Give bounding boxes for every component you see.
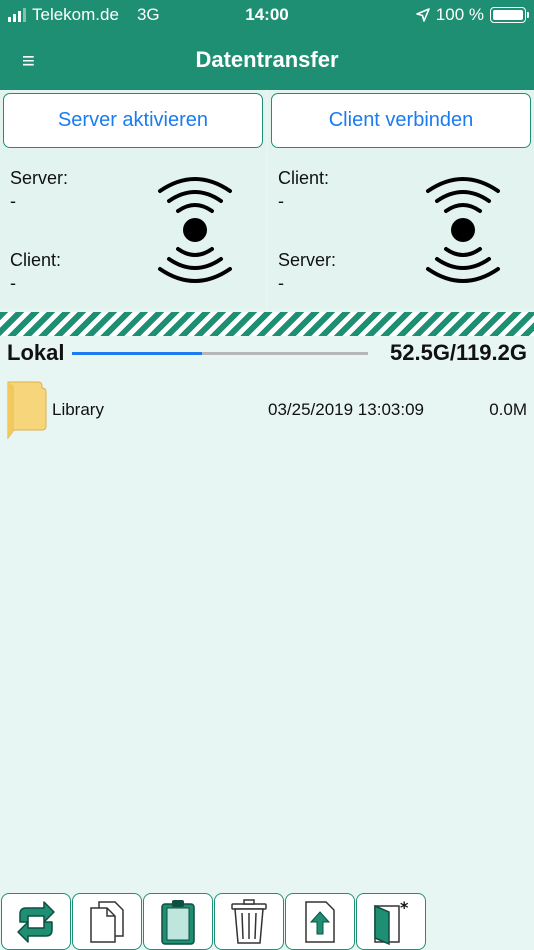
file-name: Library (52, 400, 104, 419)
copy-icon (90, 900, 124, 943)
new-folder-button[interactable]: * (356, 893, 426, 950)
striped-divider (0, 312, 534, 336)
file-date: 03/25/2019 13:03:09 (268, 400, 424, 419)
server-label: Server: (278, 250, 337, 270)
server-value: - (278, 273, 284, 293)
client-value: - (10, 273, 16, 293)
storage-label: Lokal (7, 340, 65, 365)
status-bar: Telekom.de 3G 14:00 100 % (0, 0, 534, 32)
trash-icon (231, 898, 267, 944)
upload-button[interactable] (285, 893, 355, 950)
client-label: Client: (10, 250, 62, 270)
delete-button[interactable] (214, 893, 284, 950)
storage-usage: 52.5G/119.2G (390, 340, 527, 365)
file-size: 0.0M (489, 400, 527, 419)
battery-percent: 100 % (435, 5, 484, 24)
server-label: Server: (10, 168, 69, 188)
paste-icon (161, 899, 195, 945)
server-value: - (10, 191, 16, 211)
wireless-signal-icon (158, 177, 232, 283)
storage-usage-bar (72, 352, 368, 355)
battery-icon (490, 7, 529, 23)
copy-button[interactable] (72, 893, 142, 950)
upload-icon (305, 900, 335, 943)
wireless-signal-icon (426, 177, 500, 283)
storage-row: Lokal 52.5G/119.2G (0, 338, 534, 370)
page-title: Datentransfer (195, 47, 339, 72)
client-label: Client: (278, 168, 330, 188)
client-value: - (278, 191, 284, 211)
refresh-icon (17, 900, 55, 943)
storage-usage-fill (72, 352, 203, 355)
refresh-button[interactable] (1, 893, 71, 950)
new-folder-icon: * (374, 898, 409, 945)
activate-server-button[interactable]: Server aktivieren (3, 93, 263, 148)
status-right: 100 % (415, 5, 529, 25)
location-arrow-icon (415, 8, 430, 22)
client-panel: Client verbinden Client: - Server: - (268, 90, 534, 310)
bottom-toolbar: * (0, 893, 534, 950)
nav-bar: ≡ Datentransfer (0, 32, 534, 90)
file-row[interactable]: Library 03/25/2019 13:03:09 0.0M (0, 378, 534, 442)
folder-icon (7, 381, 47, 440)
svg-text:*: * (400, 898, 409, 917)
server-panel: Server aktivieren Server: - Client: - (0, 90, 266, 310)
paste-button[interactable] (143, 893, 213, 950)
connect-client-button[interactable]: Client verbinden (271, 93, 531, 148)
